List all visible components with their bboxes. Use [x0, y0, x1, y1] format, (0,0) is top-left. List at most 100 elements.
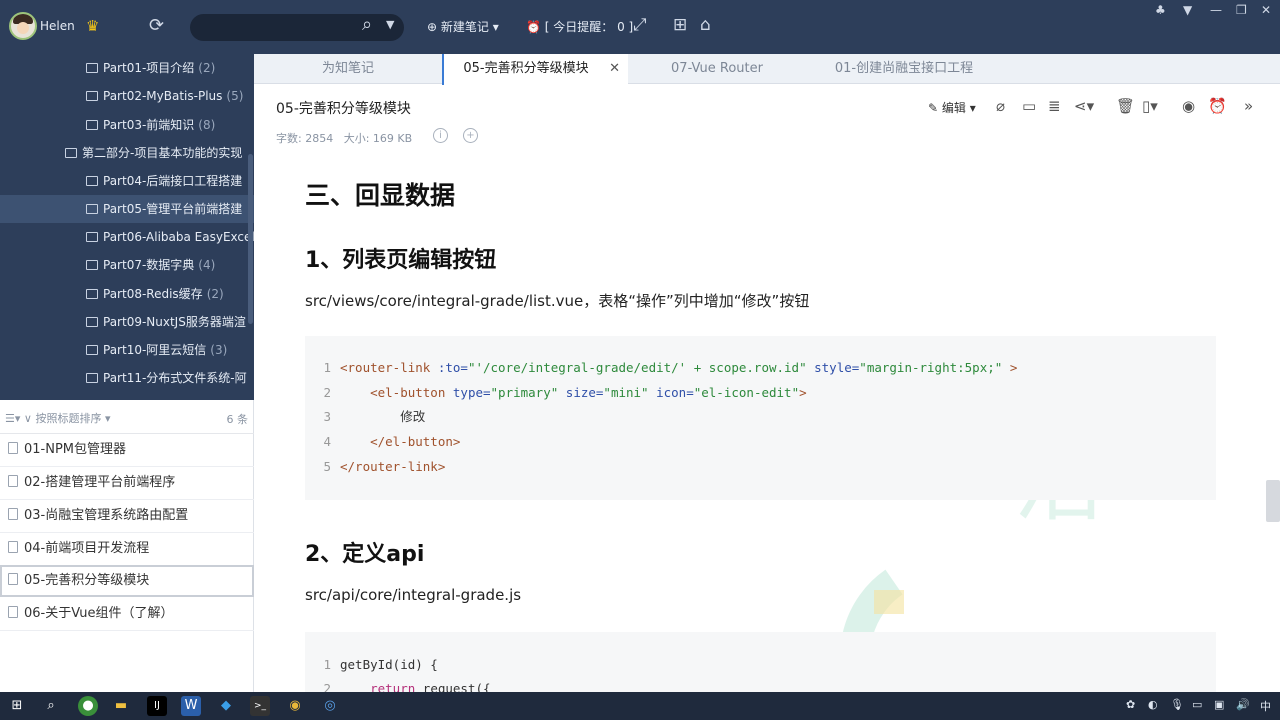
folder-item[interactable]: Part10-阿里云短信 (3)	[0, 336, 254, 364]
reader-icon[interactable]: ▯▾	[1142, 97, 1158, 115]
vscode-icon[interactable]: ◆	[216, 696, 236, 716]
code-line: 5 </router-link>	[323, 459, 446, 474]
note-list-item[interactable]: 02-搭建管理平台前端程序	[0, 467, 254, 500]
minimize-icon[interactable]: —	[1210, 3, 1222, 17]
edit-button[interactable]: ✎ 编辑 ▾	[928, 99, 976, 116]
folder-item[interactable]: Part11-分布式文件系统-阿	[0, 364, 254, 392]
add-tag-icon[interactable]: +	[463, 128, 478, 143]
note-list-item[interactable]: 03-尚融宝管理系统路由配置	[0, 500, 254, 533]
attachment-icon[interactable]: ⌀	[996, 97, 1005, 115]
new-note-button[interactable]: ⊕ 新建笔记 ▾	[427, 18, 499, 35]
folder-item[interactable]: Part02-MyBatis-Plus (5)	[0, 82, 254, 110]
plus-circle-icon: ⊕	[427, 20, 441, 34]
note-list-header: ☰▾ ∨ 按照标题排序 ▾ 6 条	[0, 400, 254, 434]
note-list-item-selected[interactable]: 05-完善积分等级模块	[0, 565, 254, 597]
network-icon[interactable]: ▣	[1214, 698, 1224, 711]
folder-icon	[86, 317, 98, 327]
tree-scrollbar[interactable]	[248, 154, 253, 324]
search-icon[interactable]: ⌕	[41, 696, 61, 716]
crown-icon[interactable]: ♛	[86, 17, 99, 35]
sync-icon[interactable]: ⟳	[149, 15, 164, 36]
folder-icon	[86, 63, 98, 73]
document-icon	[8, 541, 18, 553]
history-icon[interactable]: ≣	[1048, 97, 1061, 115]
folder-icon	[86, 260, 98, 270]
expand-icon[interactable]: ⤢	[633, 15, 647, 35]
code-line: 1 <router-link :to="'/core/integral-grade…	[323, 360, 1018, 375]
document-icon	[8, 442, 18, 454]
folder-icon	[86, 91, 98, 101]
tab-current-note[interactable]: 05-完善积分等级模块 ✕	[442, 54, 628, 85]
menu-icon[interactable]: ▼	[1183, 3, 1192, 17]
reminder-button[interactable]: ⏰ [ 今日提醒： 0 ]	[526, 18, 633, 35]
note-title[interactable]: 05-完善积分等级模块	[276, 98, 411, 118]
note-list: ☰▾ ∨ 按照标题排序 ▾ 6 条 01-NPM包管理器 02-搭建管理平台前端…	[0, 400, 254, 692]
code-line: 2 <el-button type="primary" size="mini" …	[323, 385, 807, 400]
avatar[interactable]	[9, 12, 37, 40]
terminal-icon[interactable]: >_	[250, 696, 270, 716]
restore-icon[interactable]: ❐	[1236, 3, 1247, 17]
chevron-down-icon[interactable]: ▼	[386, 18, 394, 31]
folder-icon	[65, 148, 77, 158]
folder-item[interactable]: Part04-后端接口工程搭建	[0, 167, 254, 195]
delete-icon[interactable]: 🗑	[1116, 97, 1135, 115]
weibo-icon[interactable]: ◉	[1182, 97, 1195, 115]
search-icon[interactable]: ⌕	[362, 14, 372, 35]
sort-chevron-icon: ∨	[23, 412, 36, 425]
close-icon[interactable]: ✕	[1261, 3, 1271, 17]
folder-tree: Part01-项目介绍 (2) Part02-MyBatis-Plus (5) Pa…	[0, 54, 254, 400]
wiznote-icon[interactable]: ◎	[320, 696, 340, 716]
battery-icon[interactable]: ▭	[1192, 698, 1202, 711]
chrome-icon[interactable]: ◉	[285, 696, 305, 716]
document-icon	[8, 475, 18, 487]
heading-2: 三、回显数据	[305, 181, 456, 210]
app-icon[interactable]: ●	[78, 696, 98, 716]
windows-start-icon[interactable]: ⊞	[7, 696, 27, 716]
folder-item-selected[interactable]: Part05-管理平台前端搭建	[0, 195, 254, 223]
username[interactable]: Helen	[40, 19, 75, 33]
comment-icon[interactable]: ▭	[1022, 97, 1036, 115]
sort-dropdown[interactable]: ☰▾ ∨ 按照标题排序 ▾	[5, 410, 110, 426]
note-list-item[interactable]: 06-关于Vue组件（了解）	[0, 598, 254, 631]
tab-vue-router[interactable]: 07-Vue Router	[630, 54, 804, 84]
volume-icon[interactable]: 🔊	[1236, 698, 1250, 711]
code-block[interactable]: 1 <router-link :to="'/core/integral-grade…	[305, 336, 1216, 500]
note-count: 6 条	[226, 413, 249, 426]
paragraph: src/api/core/integral-grade.js	[305, 586, 522, 604]
document-icon	[8, 606, 18, 618]
content-scrollbar[interactable]	[1266, 480, 1280, 522]
microphone-icon[interactable]: 🎙	[1170, 698, 1184, 711]
list-icon: ☰▾	[5, 412, 24, 425]
note-content[interactable]: 活 三、回显数据 1、列表页编辑按钮 src/views/core/integr…	[254, 152, 1264, 692]
folder-item[interactable]: Part03-前端知识 (8)	[0, 111, 254, 139]
skin-icon[interactable]: ♣	[1155, 3, 1166, 17]
file-explorer-icon[interactable]: ▬	[111, 696, 131, 716]
tab-bar: 为知笔记 05-完善积分等级模块 ✕ 07-Vue Router 01-创建尚融宝…	[254, 54, 1280, 85]
more-icon[interactable]: »	[1244, 97, 1253, 115]
info-icon[interactable]: i	[433, 128, 448, 143]
tray-icon[interactable]: ◐	[1148, 698, 1158, 711]
document-icon	[8, 508, 18, 520]
home-icon[interactable]: ⌂	[700, 15, 711, 35]
folder-icon	[86, 345, 98, 355]
top-toolbar: Helen ♛ ⟳ ⌕ ▼ ⊕ 新建笔记 ▾ ⏰ [ 今日提醒： 0 ] ⤢ ⊞…	[0, 0, 1280, 54]
tray-app-icon[interactable]: ✿	[1126, 698, 1135, 711]
folder-item[interactable]: Part07-数据字典 (4)	[0, 251, 254, 279]
ime-indicator[interactable]: 中	[1260, 698, 1271, 714]
word-icon[interactable]: W	[181, 696, 201, 716]
intellij-icon[interactable]: IJ	[147, 696, 167, 716]
tab-close-icon[interactable]: ✕	[609, 54, 620, 84]
folder-item[interactable]: 第二部分-项目基本功能的实现	[0, 139, 254, 167]
tab-create-api[interactable]: 01-创建尚融宝接口工程	[804, 54, 1004, 84]
folder-item[interactable]: Part09-NuxtJS服务器端渲	[0, 308, 254, 336]
folder-item[interactable]: Part06-Alibaba EasyExcel	[0, 223, 254, 251]
code-block[interactable]: 1 getById(id) { 2 return request({	[305, 632, 1216, 692]
note-list-item[interactable]: 04-前端项目开发流程	[0, 533, 254, 566]
tab-wiz[interactable]: 为知笔记	[254, 54, 442, 84]
folder-item[interactable]: Part08-Redis缓存 (2)	[0, 280, 254, 308]
grid-icon[interactable]: ⊞	[673, 15, 687, 35]
note-list-item[interactable]: 01-NPM包管理器	[0, 434, 254, 467]
alarm-icon[interactable]: ⏰	[1208, 97, 1227, 115]
folder-item[interactable]: Part01-项目介绍 (2)	[0, 54, 254, 82]
share-icon[interactable]: ⋖▾	[1074, 97, 1094, 115]
